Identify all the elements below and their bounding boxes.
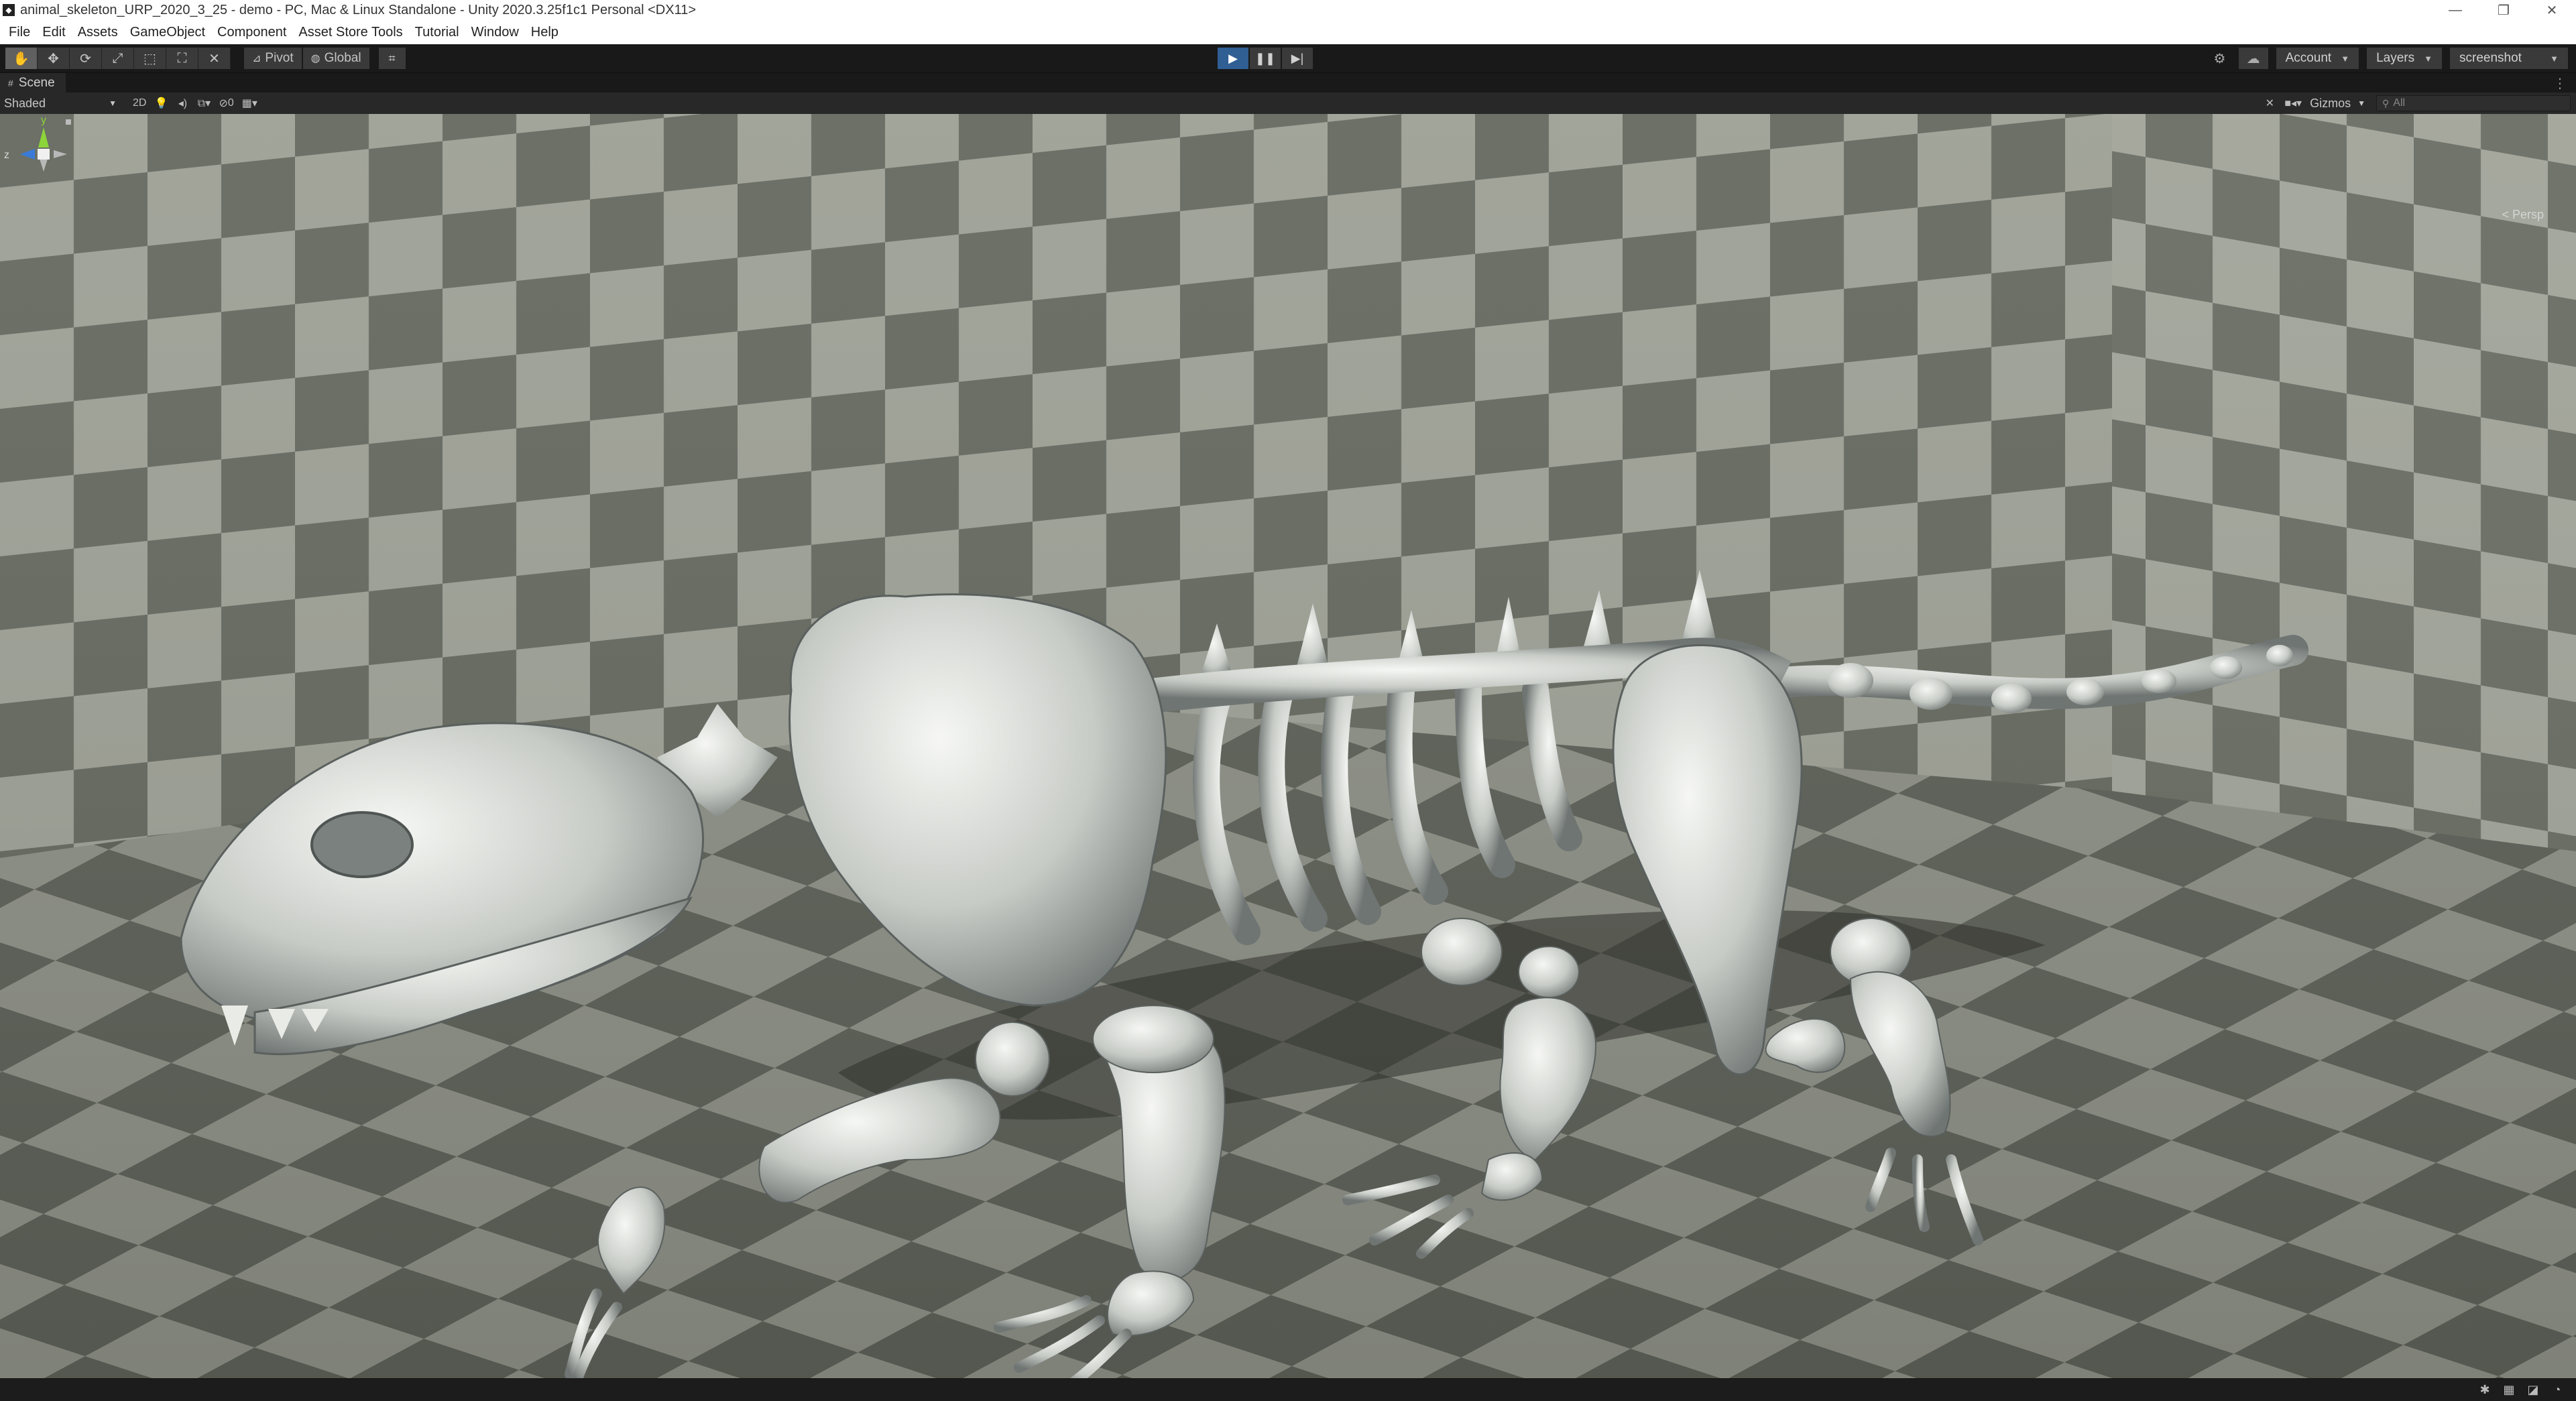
menu-asset-store-tools[interactable]: Asset Store Tools bbox=[295, 25, 411, 40]
scene-tab-strip: # Scene ⋮ bbox=[0, 72, 2576, 93]
scene-visibility-toggle[interactable]: ⊘ 0 bbox=[215, 94, 237, 113]
custom-tool[interactable]: ✕ bbox=[198, 48, 231, 69]
rect-icon: ⬚ bbox=[143, 51, 156, 66]
gizmos-label: Gizmos bbox=[2310, 96, 2351, 110]
window-title-bar: ◆ animal_skeleton_URP_2020_3_25 - demo -… bbox=[0, 0, 2576, 20]
menu-tutorial[interactable]: Tutorial bbox=[412, 25, 468, 40]
orientation-gizmo[interactable]: y z bbox=[0, 114, 74, 228]
minimize-icon[interactable]: — bbox=[2431, 0, 2479, 20]
search-icon: ⚲ bbox=[2382, 97, 2390, 109]
globe-icon: ◍ bbox=[310, 53, 320, 64]
move-tool[interactable]: ✥ bbox=[38, 48, 70, 69]
collab-cloud-icon[interactable]: ☁ bbox=[2238, 48, 2268, 69]
status-bar: ✱ ▦ ◪ ◔ bbox=[0, 1378, 2576, 1401]
kebab-menu-icon[interactable]: ⋮ bbox=[2553, 73, 2567, 93]
lighting-toggle-icon[interactable]: 💡 bbox=[150, 94, 172, 113]
gizmos-dropdown[interactable]: Gizmos ▼ bbox=[2306, 94, 2369, 113]
tab-scene[interactable]: # Scene bbox=[0, 72, 66, 93]
transform-tool[interactable]: ⛶ bbox=[166, 48, 198, 69]
scene-toolbar-right: ✕ ■◂▾ Gizmos ▼ ⚲ All bbox=[2259, 94, 2576, 113]
scene-render bbox=[0, 114, 2576, 1378]
transform-icon: ⛶ bbox=[177, 50, 187, 66]
play-icon: ▶ bbox=[1228, 51, 1238, 65]
tab-scene-label: Scene bbox=[18, 75, 55, 90]
projection-label[interactable]: < Persp bbox=[2502, 208, 2544, 222]
menu-help[interactable]: Help bbox=[528, 25, 567, 40]
chevron-down-icon: ▼ bbox=[2341, 53, 2350, 64]
layout-dropdown[interactable]: screenshot ▼ bbox=[2450, 48, 2568, 69]
grid-snap-icon[interactable]: ⌗ bbox=[378, 48, 406, 69]
audio-toggle-icon[interactable]: ◂) bbox=[172, 94, 193, 113]
hand-tool[interactable]: ✋ bbox=[5, 48, 38, 69]
status-icons: ✱ ▦ ◪ ◔ bbox=[2473, 1381, 2569, 1398]
chevron-down-icon: ▼ bbox=[109, 99, 117, 108]
rotate-icon: ⟳ bbox=[80, 51, 91, 66]
tools-wrench-icon[interactable]: ✕ bbox=[2259, 94, 2280, 113]
toolbar-right: ⚙ ☁ Account ▼ Layers ▼ screenshot ▼ bbox=[2201, 48, 2568, 69]
chevron-down-icon: ▼ bbox=[2357, 99, 2365, 108]
chevron-down-icon: ▼ bbox=[2550, 53, 2559, 64]
restore-icon[interactable]: ❐ bbox=[2479, 0, 2528, 20]
menu-window[interactable]: Window bbox=[468, 25, 528, 40]
unity-logo-icon: ◆ bbox=[3, 4, 15, 16]
layers-label: Layers bbox=[2376, 51, 2415, 65]
scene-viewport[interactable]: y z < Persp bbox=[0, 114, 2576, 1378]
eye-slash-icon: ⊘ bbox=[219, 98, 228, 109]
transform-tools: ✋ ✥ ⟳ ⤢ ⬚ ⛶ ✕ bbox=[5, 48, 231, 69]
menu-bar: File Edit Assets GameObject Component As… bbox=[0, 20, 2576, 44]
progress-icon[interactable]: ▦ bbox=[2497, 1381, 2521, 1398]
hand-icon: ✋ bbox=[13, 51, 30, 66]
close-icon[interactable]: ✕ bbox=[2528, 0, 2576, 20]
menu-component[interactable]: Component bbox=[214, 25, 295, 40]
step-icon: ▶| bbox=[1291, 51, 1304, 65]
pause-button[interactable]: ❚❚ bbox=[1250, 48, 1281, 69]
toggle-2d-button[interactable]: 2D bbox=[129, 94, 150, 113]
draw-mode-label: Shaded bbox=[4, 96, 46, 110]
window-title: animal_skeleton_URP_2020_3_25 - demo - P… bbox=[20, 2, 697, 17]
search-placeholder: All bbox=[2393, 97, 2406, 109]
step-button[interactable]: ▶| bbox=[1282, 48, 1313, 69]
layout-label: screenshot bbox=[2459, 51, 2522, 65]
effects-toggle-icon[interactable]: ⧉▾ bbox=[193, 94, 215, 113]
axis-z-label: z bbox=[4, 149, 9, 161]
auto-generate-lighting-icon[interactable]: ◔ bbox=[2545, 1381, 2569, 1398]
global-toggle[interactable]: ◍ Global bbox=[302, 48, 369, 69]
collab-icon[interactable]: ◪ bbox=[2521, 1381, 2545, 1398]
draw-mode-dropdown[interactable]: Shaded ▼ bbox=[0, 94, 121, 113]
pivot-icon: ⊿ bbox=[252, 53, 261, 64]
hidden-count: 0 bbox=[227, 97, 234, 109]
rotate-tool[interactable]: ⟳ bbox=[70, 48, 102, 69]
pivot-label: Pivot bbox=[265, 51, 294, 65]
debug-bug-icon[interactable]: ✱ bbox=[2473, 1381, 2497, 1398]
scale-tool[interactable]: ⤢ bbox=[102, 48, 134, 69]
menu-assets[interactable]: Assets bbox=[74, 25, 127, 40]
scene-icon: # bbox=[8, 77, 13, 88]
rect-tool[interactable]: ⬚ bbox=[134, 48, 166, 69]
account-label: Account bbox=[2285, 51, 2332, 65]
scale-icon: ⤢ bbox=[112, 50, 123, 66]
pause-icon: ❚❚ bbox=[1254, 51, 1276, 65]
camera-icon[interactable]: ■◂▾ bbox=[2280, 94, 2306, 113]
scene-search-input[interactable]: ⚲ All bbox=[2376, 95, 2571, 111]
menu-edit[interactable]: Edit bbox=[39, 25, 74, 40]
layers-dropdown[interactable]: Layers ▼ bbox=[2367, 48, 2442, 69]
custom-tool-icon: ✕ bbox=[209, 51, 220, 66]
menu-file[interactable]: File bbox=[5, 25, 39, 40]
axis-y-label: y bbox=[41, 115, 46, 126]
scene-view-toolbar: Shaded ▼ 2D 💡 ◂) ⧉▾ ⊘ 0 ▦▾ ✕ ■◂▾ Gizmos … bbox=[0, 93, 2576, 114]
move-icon: ✥ bbox=[48, 51, 59, 66]
services-gear-icon[interactable]: ⚙ bbox=[2205, 48, 2235, 69]
play-button[interactable]: ▶ bbox=[1218, 48, 1248, 69]
pivot-toggle[interactable]: ⊿ Pivot bbox=[244, 48, 302, 69]
camera-settings-icon[interactable]: ▦▾ bbox=[238, 94, 261, 113]
global-label: Global bbox=[324, 51, 361, 65]
menu-gameobject[interactable]: GameObject bbox=[127, 25, 214, 40]
play-controls: ▶ ❚❚ ▶| bbox=[1218, 48, 1314, 69]
chevron-down-icon: ▼ bbox=[2424, 53, 2433, 64]
account-dropdown[interactable]: Account ▼ bbox=[2276, 48, 2359, 69]
